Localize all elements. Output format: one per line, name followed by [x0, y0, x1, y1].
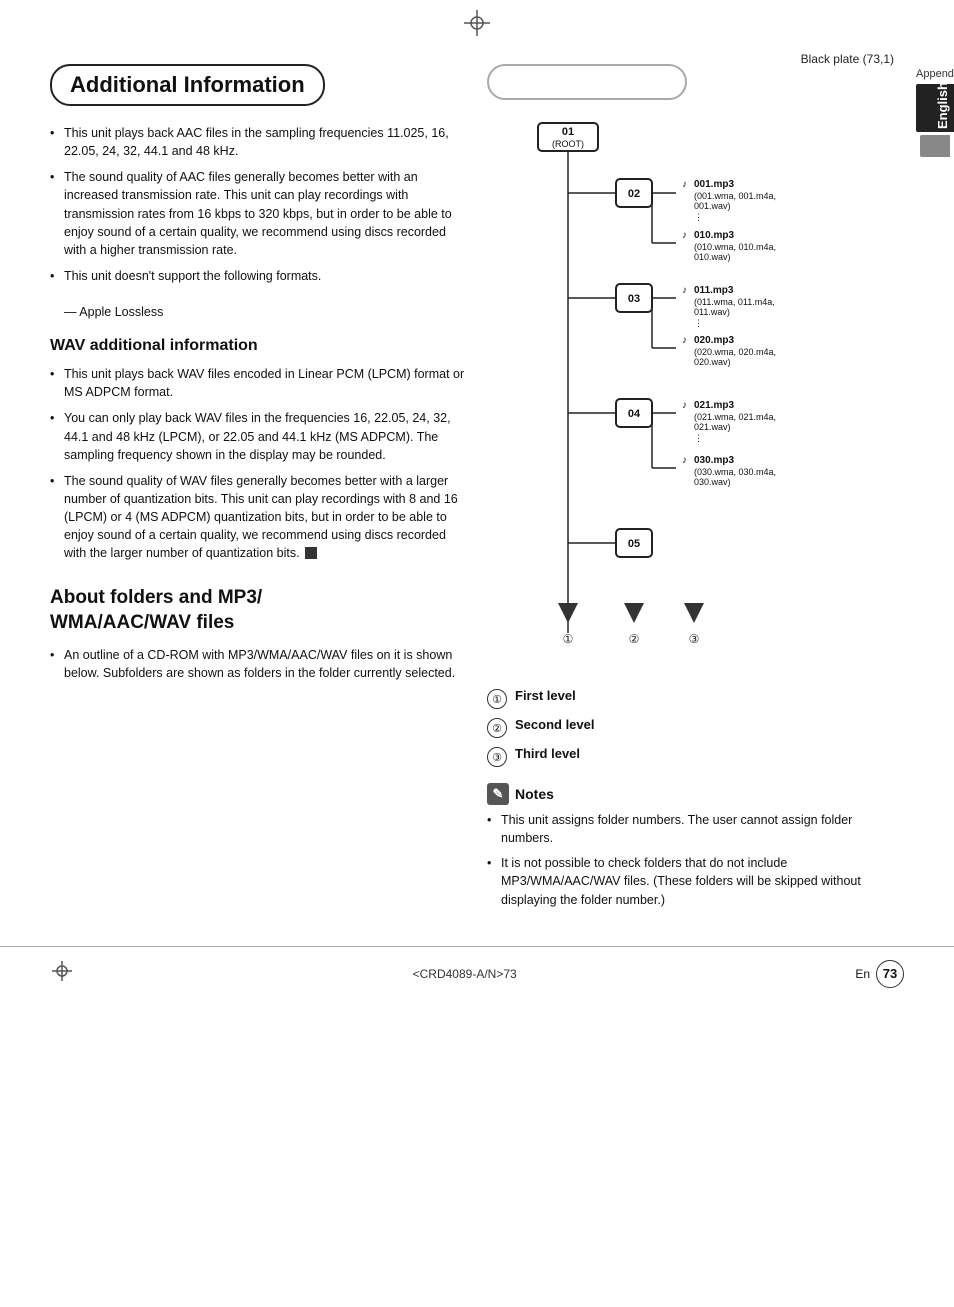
svg-text:(ROOT): (ROOT) — [552, 139, 584, 149]
english-label: English — [935, 82, 950, 130]
level-text-1: First level — [515, 688, 576, 703]
aac-sub-item: — Apple Lossless — [50, 303, 467, 321]
aac-bullet-list: This unit plays back AAC files in the sa… — [50, 124, 467, 285]
svg-text:♪: ♪ — [682, 179, 687, 190]
diagram-svg: 01 (ROOT) 02 ♪ 001.mp3 (001.wma, 001.m4a… — [526, 113, 866, 673]
wav-bullet-1: This unit plays back WAV files encoded i… — [50, 365, 467, 401]
svg-text:(011.wma, 011.m4a,: (011.wma, 011.m4a, — [694, 297, 775, 307]
svg-text:02: 02 — [627, 188, 639, 200]
svg-text:⋮: ⋮ — [694, 433, 703, 443]
wav-bullet-3: The sound quality of WAV files generally… — [50, 472, 467, 563]
svg-text:②: ② — [628, 632, 639, 646]
svg-text:(030.wma, 030.m4a,: (030.wma, 030.m4a, — [694, 467, 776, 477]
folders-bullet-list: An outline of a CD-ROM with MP3/WMA/AAC/… — [50, 646, 467, 682]
svg-text:⋮: ⋮ — [694, 318, 703, 328]
notes-header: ✎ Notes — [487, 783, 904, 805]
svg-text:020.mp3: 020.mp3 — [694, 335, 734, 346]
svg-text:04: 04 — [627, 408, 640, 420]
level-item-3: ③ Third level — [487, 746, 904, 767]
en-label: En — [855, 967, 870, 981]
svg-text:030.wav): 030.wav) — [694, 477, 731, 487]
bottom-code: <CRD4089-A/N>73 — [413, 967, 517, 981]
svg-text:01: 01 — [561, 126, 573, 138]
svg-text:♪: ♪ — [682, 455, 687, 466]
right-column: 01 (ROOT) 02 ♪ 001.mp3 (001.wma, 001.m4a… — [487, 64, 904, 916]
bottom-bar: <CRD4089-A/N>73 En 73 — [0, 946, 954, 1001]
page-header-title: Black plate (73,1) — [801, 52, 894, 66]
wav-heading: WAV additional information — [50, 337, 467, 355]
folders-heading: About folders and MP3/ WMA/AAC/WAV files — [50, 586, 467, 635]
notes-item-2: It is not possible to check folders that… — [487, 854, 904, 908]
stop-symbol — [305, 547, 317, 559]
wav-bullet-list: This unit plays back WAV files encoded i… — [50, 365, 467, 562]
main-content: Additional Information This unit plays b… — [0, 54, 954, 926]
level-num-2: ② — [487, 718, 507, 738]
svg-text:①: ① — [562, 632, 573, 646]
bottom-crosshair-left — [50, 959, 74, 989]
level-num-3: ③ — [487, 747, 507, 767]
svg-text:③: ③ — [688, 632, 699, 646]
svg-text:(001.wma, 001.m4a,: (001.wma, 001.m4a, — [694, 191, 776, 201]
level-labels: ① First level ② Second level ③ Third lev… — [487, 688, 904, 767]
svg-text:010.mp3: 010.mp3 — [694, 230, 734, 241]
level-text-2: Second level — [515, 717, 594, 732]
notes-box: ✎ Notes This unit assigns folder numbers… — [487, 783, 904, 909]
svg-text:⋮: ⋮ — [694, 212, 703, 222]
wav-bullet-2: You can only play back WAV files in the … — [50, 409, 467, 463]
main-title: Additional Information — [70, 72, 305, 98]
appendix-gray-block — [920, 135, 950, 157]
notes-list: This unit assigns folder numbers. The us… — [487, 811, 904, 909]
svg-text:001.mp3: 001.mp3 — [694, 179, 734, 190]
level-item-1: ① First level — [487, 688, 904, 709]
appendix-label: Appendix — [916, 68, 954, 80]
svg-text:021.mp3: 021.mp3 — [694, 400, 734, 411]
svg-text:(010.wma, 010.m4a,: (010.wma, 010.m4a, — [694, 242, 776, 252]
left-column: Additional Information This unit plays b… — [50, 64, 467, 916]
aac-bullet-3: This unit doesn't support the following … — [50, 267, 467, 285]
level-text-3: Third level — [515, 746, 580, 761]
svg-text:03: 03 — [627, 293, 639, 305]
main-title-box: Additional Information — [50, 64, 325, 106]
level-num-1: ① — [487, 689, 507, 709]
svg-text:011.wav): 011.wav) — [694, 307, 730, 317]
folder-diagram: 01 (ROOT) 02 ♪ 001.mp3 (001.wma, 001.m4a… — [526, 113, 866, 676]
top-crosshair — [0, 0, 954, 38]
svg-text:♪: ♪ — [682, 335, 687, 346]
svg-text:021.wav): 021.wav) — [694, 422, 731, 432]
svg-text:011.mp3: 011.mp3 — [694, 285, 734, 296]
svg-text:010.wav): 010.wav) — [694, 252, 731, 262]
right-title-box — [487, 64, 687, 100]
aac-bullet-2: The sound quality of AAC files generally… — [50, 168, 467, 259]
page-number: 73 — [876, 960, 904, 988]
aac-bullet-1: This unit plays back AAC files in the sa… — [50, 124, 467, 160]
notes-item-1: This unit assigns folder numbers. The us… — [487, 811, 904, 847]
svg-text:001.wav): 001.wav) — [694, 201, 731, 211]
svg-text:♪: ♪ — [682, 285, 687, 296]
bottom-page: En 73 — [855, 960, 904, 988]
top-bar: Black plate (73,1) — [0, 38, 954, 54]
svg-text:(020.wma, 020.m4a,: (020.wma, 020.m4a, — [694, 347, 776, 357]
svg-text:020.wav): 020.wav) — [694, 357, 731, 367]
folders-bullet-1: An outline of a CD-ROM with MP3/WMA/AAC/… — [50, 646, 467, 682]
svg-text:(021.wma, 021.m4a,: (021.wma, 021.m4a, — [694, 412, 776, 422]
notes-icon: ✎ — [487, 783, 509, 805]
svg-text:♪: ♪ — [682, 230, 687, 241]
svg-text:05: 05 — [627, 538, 639, 550]
level-item-2: ② Second level — [487, 717, 904, 738]
svg-text:030.mp3: 030.mp3 — [694, 455, 734, 466]
svg-text:♪: ♪ — [682, 400, 687, 411]
notes-title: Notes — [515, 786, 554, 802]
